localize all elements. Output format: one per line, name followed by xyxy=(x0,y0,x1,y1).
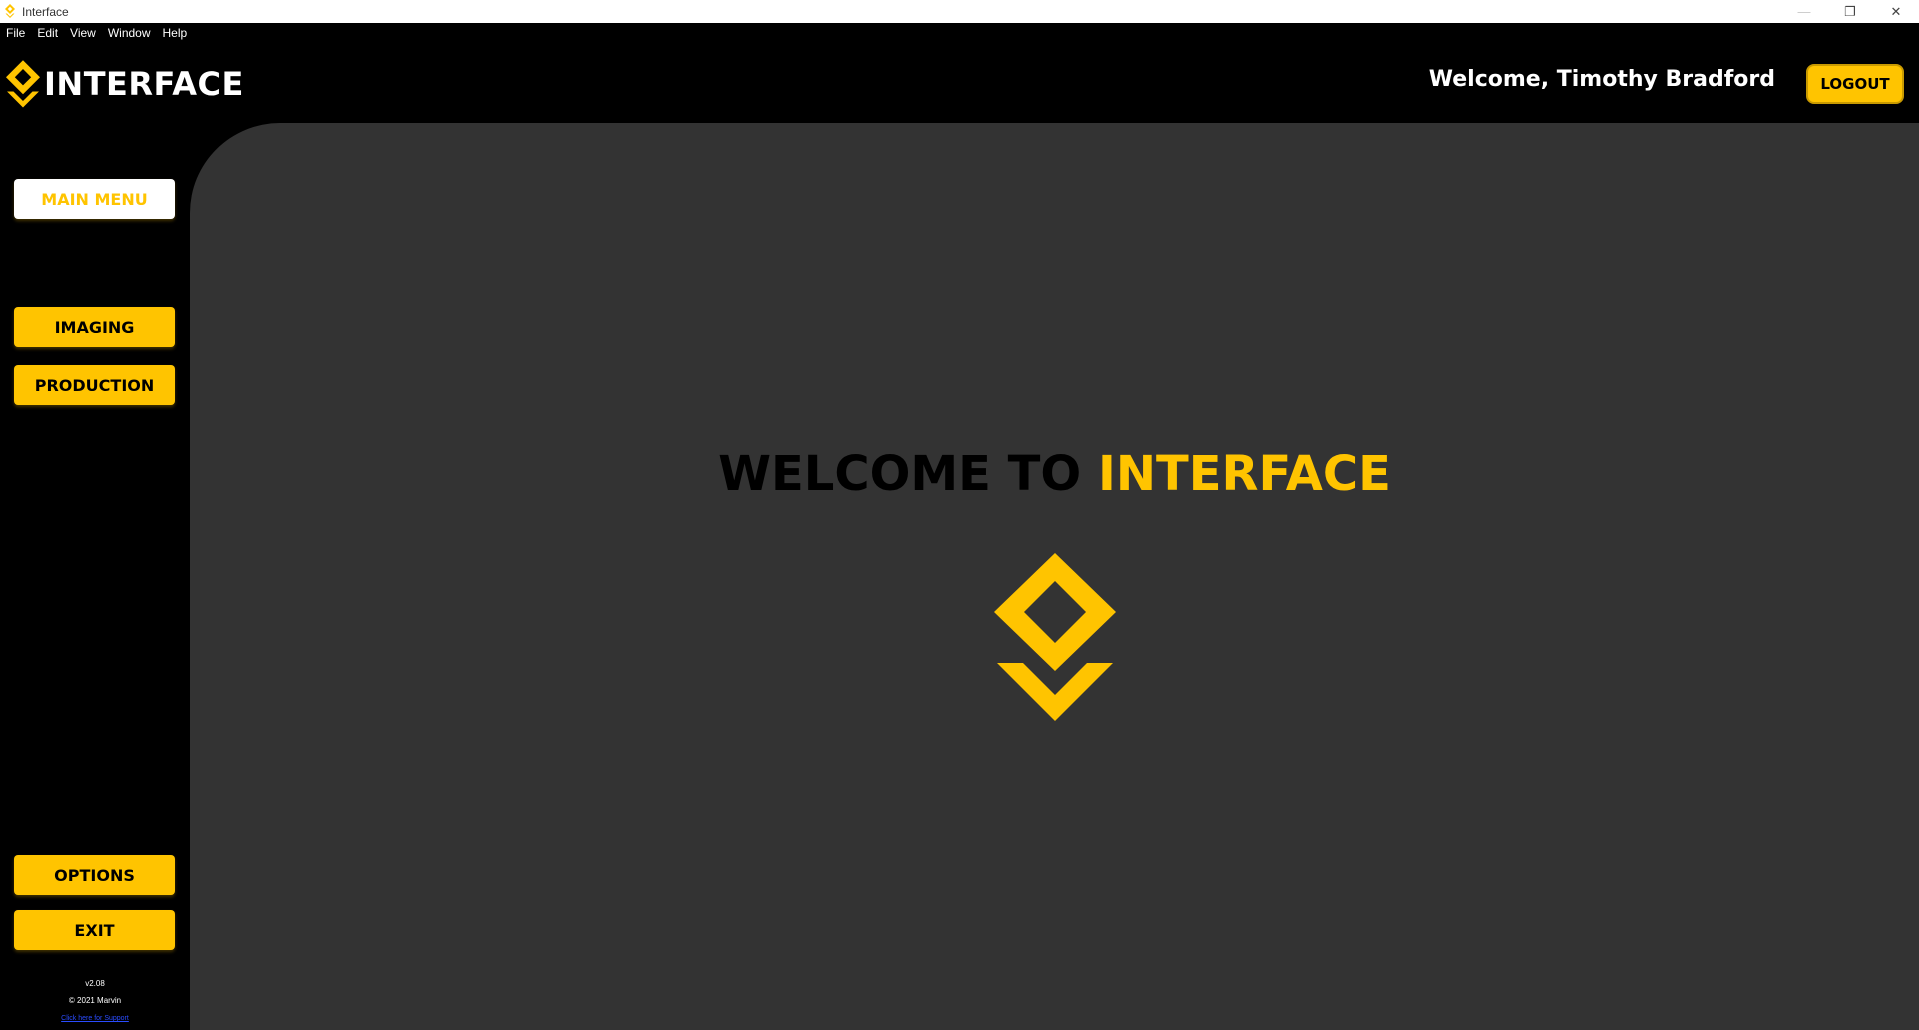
menu-view[interactable]: View xyxy=(64,23,102,43)
minimize-button[interactable]: — xyxy=(1781,0,1827,23)
options-button[interactable]: OPTIONS xyxy=(14,855,175,895)
support-link[interactable]: Click here for Support xyxy=(61,1015,129,1022)
welcome-heading-brand: INTERFACE xyxy=(1097,446,1391,502)
production-button[interactable]: PRODUCTION xyxy=(14,365,175,405)
main-menu-button[interactable]: MAIN MENU xyxy=(14,179,175,219)
app-header: INTERFACE Welcome, Timothy Bradford LOGO… xyxy=(0,43,1919,123)
sidebar: MAIN MENU IMAGING PRODUCTION OPTIONS EXI… xyxy=(0,123,190,1030)
menu-edit[interactable]: Edit xyxy=(31,23,64,43)
version-text: v2.08 xyxy=(85,979,105,988)
app-logo-icon xyxy=(5,4,15,18)
welcome-heading-prefix: WELCOME TO xyxy=(718,446,1082,502)
support-link-row: Click here for Support xyxy=(0,1013,190,1022)
logout-button[interactable]: LOGOUT xyxy=(1806,64,1904,104)
menu-bar: File Edit View Window Help xyxy=(0,23,1919,43)
menu-window[interactable]: Window xyxy=(102,23,157,43)
welcome-heading: WELCOME TO INTERFACE xyxy=(190,446,1919,502)
welcome-user-text: Welcome, Timothy Bradford xyxy=(1428,67,1775,92)
close-button[interactable]: ✕ xyxy=(1873,0,1919,23)
window-titlebar: Interface — ❐ ✕ xyxy=(0,0,1919,23)
menu-file[interactable]: File xyxy=(0,23,31,43)
window-controls: — ❐ ✕ xyxy=(1781,0,1919,23)
imaging-button[interactable]: IMAGING xyxy=(14,307,175,347)
main-content: WELCOME TO INTERFACE xyxy=(190,123,1919,1030)
interface-logo-icon xyxy=(6,60,40,108)
restore-button[interactable]: ❐ xyxy=(1827,0,1873,23)
exit-button[interactable]: EXIT xyxy=(14,910,175,950)
interface-logo-icon xyxy=(994,553,1116,721)
copyright-text: © 2021 Marvin xyxy=(68,996,122,1005)
window-title: Interface xyxy=(22,5,69,19)
brand-name: INTERFACE xyxy=(44,65,244,103)
menu-help[interactable]: Help xyxy=(157,23,194,43)
brand: INTERFACE xyxy=(6,60,244,108)
